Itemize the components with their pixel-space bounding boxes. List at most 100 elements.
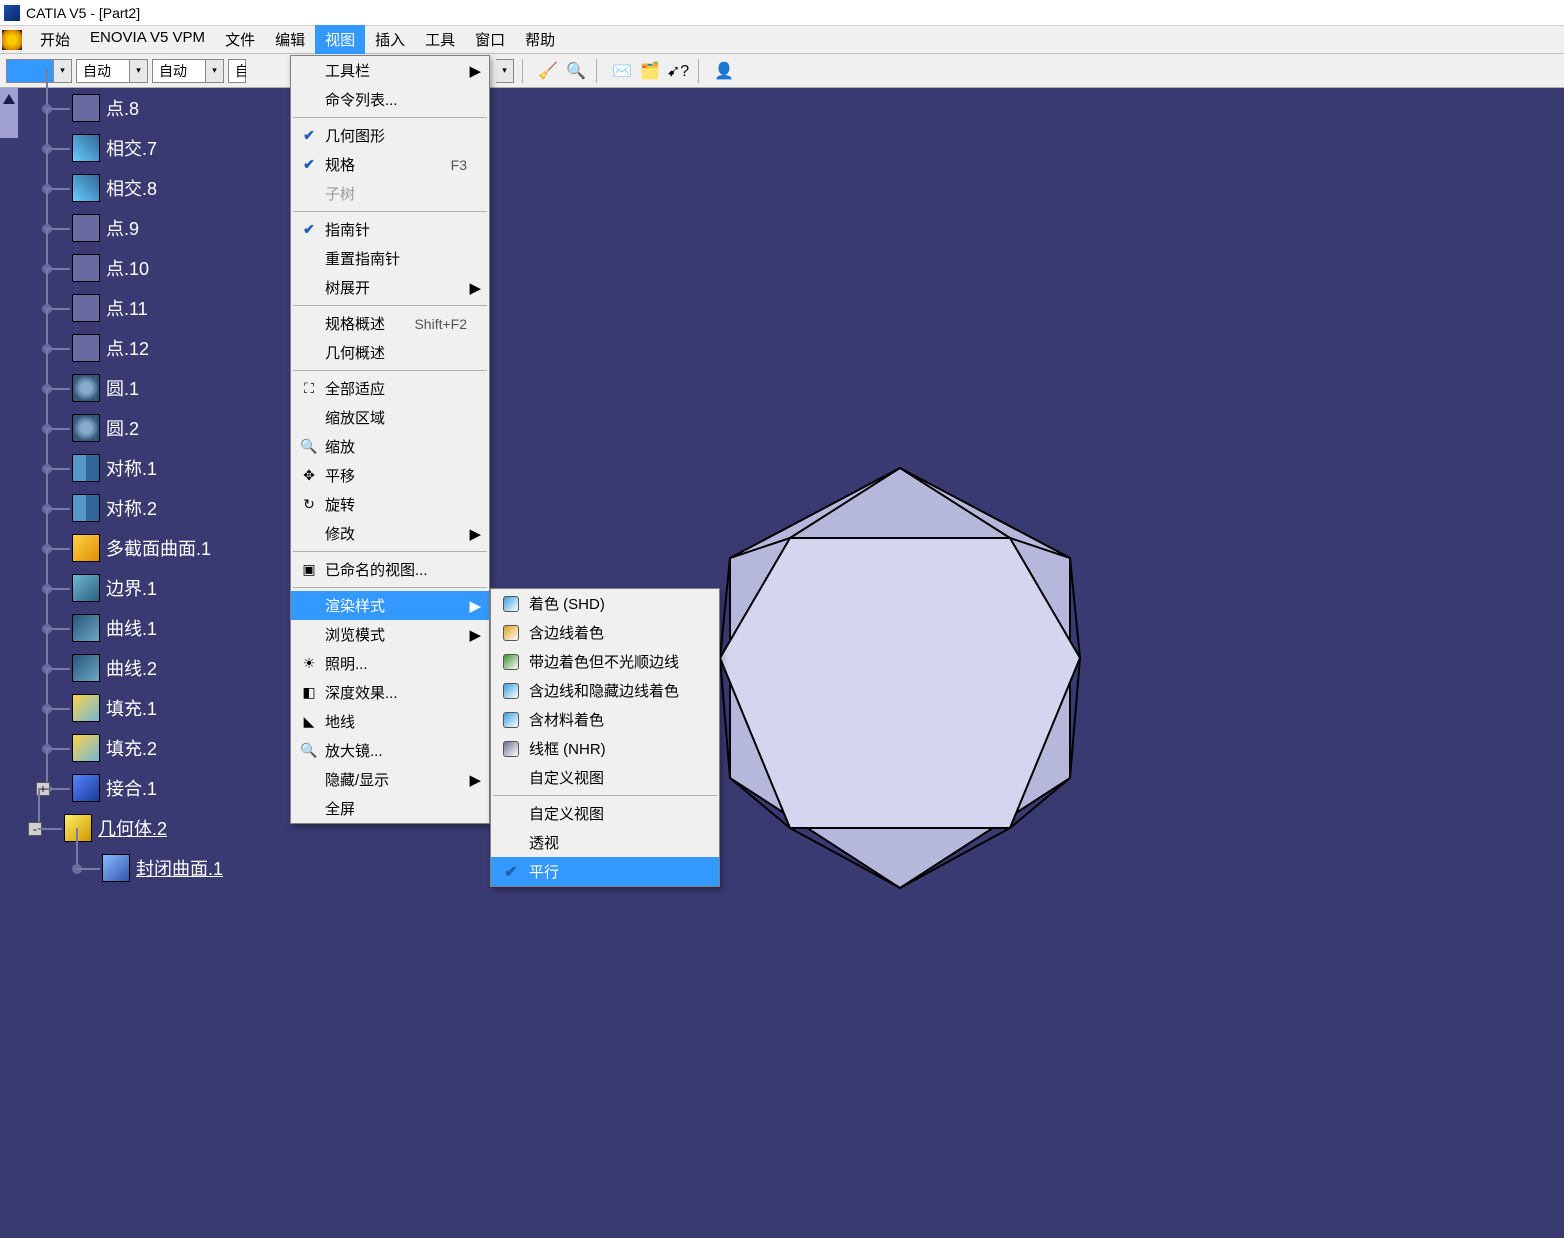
menu-enovia[interactable]: ENOVIA V5 VPM	[80, 25, 215, 54]
menu-bar: 开始ENOVIA V5 VPM文件编辑视图插入工具窗口帮助	[0, 26, 1564, 54]
user-icon[interactable]: 👤	[712, 59, 736, 83]
tree-label: 圆.1	[106, 375, 139, 401]
menu-label: 树展开	[321, 277, 467, 298]
dropdown-icon[interactable]: ▾	[54, 59, 72, 83]
submenu-item[interactable]: 透视	[491, 828, 719, 857]
menu-item[interactable]: 隐藏/显示▶	[291, 765, 489, 794]
collapse-icon[interactable]: -	[28, 822, 42, 836]
menu-item[interactable]: 全屏	[291, 794, 489, 823]
spec-tree[interactable]: 点.8相交.7相交.8点.9点.10点.11点.12 圆.1 圆.2对称.1对称.2…	[28, 88, 288, 888]
menu-item[interactable]: 命令列表...	[291, 85, 489, 114]
menu-item[interactable]: ✔规格F3	[291, 150, 489, 179]
menu-item[interactable]: ☀照明...	[291, 649, 489, 678]
tree-node-f2[interactable]: 填充.2	[28, 728, 288, 768]
menu-item[interactable]: ✥平移	[291, 461, 489, 490]
tree-node-c1[interactable]: 圆.1	[28, 368, 288, 408]
tree-node-s2[interactable]: 对称.2	[28, 488, 288, 528]
tree-node-ms1[interactable]: 多截面曲面.1	[28, 528, 288, 568]
submenu-item[interactable]: 含边线着色	[491, 618, 719, 647]
tree-node-int7[interactable]: 相交.7	[28, 128, 288, 168]
search-icon[interactable]: 🔍	[564, 59, 588, 83]
tree-node-cv2[interactable]: 曲线.2	[28, 648, 288, 688]
menu-item[interactable]: 重置指南针	[291, 244, 489, 273]
color-combo[interactable]: ▾	[6, 59, 72, 83]
tree-node-c2[interactable]: 圆.2	[28, 408, 288, 448]
menu-glyph-icon: ◧	[297, 684, 321, 701]
menu-item[interactable]: 规格概述Shift+F2	[291, 309, 489, 338]
viewport[interactable]: 点.8相交.7相交.8点.9点.10点.11点.12 圆.1 圆.2对称.1对称.2…	[0, 88, 1564, 1238]
tree-node-pt10[interactable]: 点.10	[28, 248, 288, 288]
menu-item[interactable]: ✔指南针	[291, 215, 489, 244]
menu-item[interactable]: 树展开▶	[291, 273, 489, 302]
title-bar: CATIA V5 - [Part2]	[0, 0, 1564, 26]
tree-node-cv1[interactable]: 曲线.1	[28, 608, 288, 648]
partial-combo[interactable]: 自	[228, 59, 246, 83]
submenu-item[interactable]: 带边着色但不光顺边线	[491, 647, 719, 676]
submenu-item[interactable]: 含材料着色	[491, 705, 719, 734]
scroll-up-icon[interactable]	[3, 94, 15, 104]
dropdown-icon[interactable]: ▾	[130, 59, 148, 83]
menu-item[interactable]: ↻旋转	[291, 490, 489, 519]
point-icon	[72, 254, 100, 282]
tree-node-f1[interactable]: 填充.1	[28, 688, 288, 728]
menu-separator	[293, 211, 487, 212]
menu-file[interactable]: 文件	[215, 25, 265, 54]
tree-node-j1[interactable]: +接合.1	[28, 768, 288, 808]
menu-help[interactable]: 帮助	[515, 25, 565, 54]
menu-item[interactable]: 修改▶	[291, 519, 489, 548]
tree-node-b1[interactable]: 边界.1	[28, 568, 288, 608]
render-style-submenu[interactable]: 着色 (SHD)含边线着色带边着色但不光顺边线含边线和隐藏边线着色含材料着色线框…	[490, 588, 720, 887]
menu-view[interactable]: 视图	[315, 25, 365, 54]
dropdown-icon[interactable]: ▾	[496, 59, 514, 83]
menu-item[interactable]: 几何概述	[291, 338, 489, 367]
view-menu-dropdown[interactable]: 工具栏▶命令列表...✔几何图形✔规格F3子树✔指南针重置指南针树展开▶规格概述…	[290, 55, 490, 824]
tree-node-pt8[interactable]: 点.8	[28, 88, 288, 128]
menu-window[interactable]: 窗口	[465, 25, 515, 54]
menu-item[interactable]: 🔍放大镜...	[291, 736, 489, 765]
lineweight-combo[interactable]: 自动 ▾	[152, 59, 224, 83]
tree-node-body2[interactable]: -几何体.2	[20, 808, 288, 848]
menu-item[interactable]: 渲染样式▶	[291, 591, 489, 620]
tree-gutter[interactable]	[0, 88, 18, 1238]
tree-label: 接合.1	[106, 775, 157, 801]
help-pointer-icon[interactable]: ➹?	[666, 59, 690, 83]
submenu-item[interactable]: 着色 (SHD)	[491, 589, 719, 618]
menu-tools[interactable]: 工具	[415, 25, 465, 54]
sweep-icon[interactable]: 🧹	[536, 59, 560, 83]
tree-node-pt12[interactable]: 点.12	[28, 328, 288, 368]
menu-item[interactable]: 工具栏▶	[291, 56, 489, 85]
menu-label: 全部适应	[321, 378, 467, 399]
menu-label: 照明...	[321, 653, 467, 674]
menu-glyph-icon: 🔍	[297, 438, 321, 455]
mail-icon[interactable]: ✉️	[610, 59, 634, 83]
menu-item[interactable]: 🔍缩放	[291, 432, 489, 461]
submenu-item[interactable]: 含边线和隐藏边线着色	[491, 676, 719, 705]
linetype-combo[interactable]: 自动 ▾	[76, 59, 148, 83]
menu-item[interactable]: ▣已命名的视图...	[291, 555, 489, 584]
menu-glyph-icon: ◣	[297, 713, 321, 730]
menu-item[interactable]: 浏览模式▶	[291, 620, 489, 649]
dropdown-icon[interactable]: ▾	[206, 59, 224, 83]
tree-node-int8[interactable]: 相交.8	[28, 168, 288, 208]
submenu-item[interactable]: ✔平行	[491, 857, 719, 886]
menu-label: 带边着色但不光顺边线	[525, 651, 711, 672]
submenu-item[interactable]: 自定义视图	[491, 763, 719, 792]
menu-item[interactable]: ◧深度效果...	[291, 678, 489, 707]
menu-edit[interactable]: 编辑	[265, 25, 315, 54]
menu-label: 规格	[321, 154, 451, 175]
tree-node-s1[interactable]: 对称.1	[28, 448, 288, 488]
layers-icon[interactable]: 🗂️	[638, 59, 662, 83]
submenu-item[interactable]: 线框 (NHR)	[491, 734, 719, 763]
submenu-item[interactable]: 自定义视图	[491, 799, 719, 828]
menu-item[interactable]: ◣地线	[291, 707, 489, 736]
inter-icon	[72, 134, 100, 162]
tree-node-pt11[interactable]: 点.11	[28, 288, 288, 328]
tree-node-closedsurf1[interactable]: 封闭曲面.1	[58, 848, 288, 888]
menu-label: 含材料着色	[525, 709, 711, 730]
menu-insert[interactable]: 插入	[365, 25, 415, 54]
menu-item[interactable]: 缩放区域	[291, 403, 489, 432]
menu-item[interactable]: ⛶全部适应	[291, 374, 489, 403]
menu-item[interactable]: ✔几何图形	[291, 121, 489, 150]
menu-start[interactable]: 开始	[30, 25, 80, 54]
tree-node-pt9[interactable]: 点.9	[28, 208, 288, 248]
